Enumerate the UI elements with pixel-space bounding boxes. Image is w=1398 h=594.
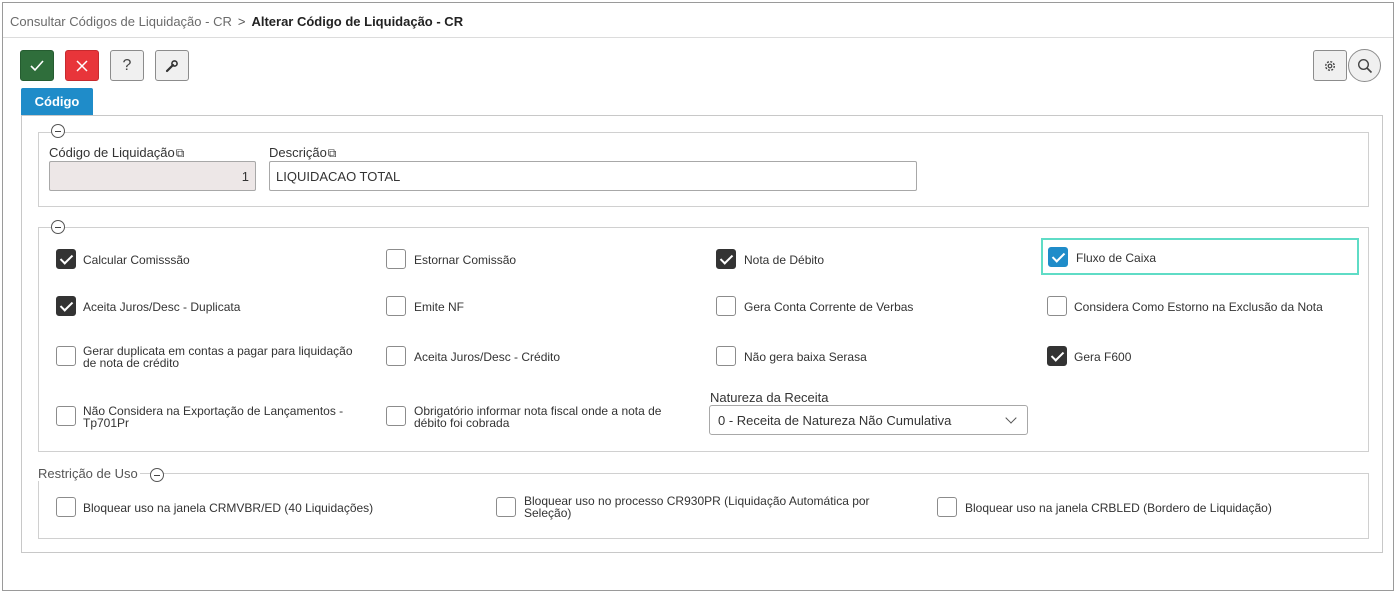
descricao-value: LIQUIDACAO TOTAL <box>276 168 401 184</box>
restricao-legend-text: Restrição de Uso <box>38 466 138 481</box>
checkbox-aceita-juros-duplicata[interactable] <box>56 296 76 316</box>
natureza-selected-value: 0 - Receita de Natureza Não Cumulativa <box>718 412 952 428</box>
checkbox-emite-nf[interactable] <box>386 296 406 316</box>
label-gera-f600: Gera F600 <box>1074 350 1132 364</box>
label-estornar-comissao: Estornar Comissão <box>414 253 517 267</box>
descricao-label-text: Descrição <box>269 145 327 160</box>
label-emite-nf: Emite NF <box>414 300 465 314</box>
checkbox-nota-debito[interactable] <box>716 249 736 269</box>
label-bloquear-crmvbr: Bloquear uso na janela CRMVBR/ED (40 Liq… <box>83 501 374 515</box>
main-panel: Código de Liquidação⧉ 1 Descrição⧉ LIQUI… <box>21 115 1383 553</box>
checkbox-bloquear-cr930pr[interactable] <box>496 497 516 517</box>
natureza-select[interactable]: 0 - Receita de Natureza Não Cumulativa <box>709 405 1028 435</box>
checkbox-obrigatorio-nota-fiscal[interactable] <box>386 406 406 426</box>
settings-button[interactable] <box>1313 50 1347 81</box>
checkbox-fluxo-caixa[interactable] <box>1048 247 1068 267</box>
codigo-label: Código de Liquidação⧉ <box>49 145 184 161</box>
label-fluxo-caixa: Fluxo de Caixa <box>1076 251 1157 265</box>
gear-icon <box>1324 60 1336 71</box>
tab-codigo[interactable]: Código <box>21 88 93 115</box>
label-gera-conta-corrente: Gera Conta Corrente de Verbas <box>744 300 914 314</box>
codigo-value: 1 <box>241 168 249 184</box>
label-bloquear-cr930pr-line1: Bloquear uso no processo CR930PR (Liquid… <box>524 494 870 508</box>
cancel-button[interactable] <box>65 50 99 81</box>
checkbox-nao-gera-serasa[interactable] <box>716 346 736 366</box>
breadcrumb-parent[interactable]: Consultar Códigos de Liquidação - CR <box>10 14 232 29</box>
breadcrumb-current: Alterar Código de Liquidação - CR <box>251 14 464 29</box>
natureza-label: Natureza da Receita <box>710 390 829 405</box>
label-bloquear-crbled: Bloquear uso na janela CRBLED (Bordero d… <box>965 501 1272 515</box>
copy-icon[interactable]: ⧉ <box>328 146 337 161</box>
copy-icon[interactable]: ⧉ <box>176 146 185 161</box>
label-obrigatorio-line2: débito foi cobrada <box>414 416 510 430</box>
confirm-button[interactable] <box>20 50 54 81</box>
checkbox-gera-conta-corrente[interactable] <box>716 296 736 316</box>
label-obrigatorio-nota-fiscal: Obrigatório informar nota fiscal onde a … <box>414 405 661 429</box>
collapse-restricao-icon[interactable] <box>150 468 164 482</box>
tools-button[interactable] <box>155 50 189 81</box>
breadcrumb-separator: > <box>237 14 246 29</box>
label-aceita-juros-credito: Aceita Juros/Desc - Crédito <box>414 350 561 364</box>
checkbox-nao-considera-exportacao[interactable] <box>56 406 76 426</box>
checkbox-estornar-comissao[interactable] <box>386 249 406 269</box>
close-icon <box>76 59 88 72</box>
checkbox-gera-f600[interactable] <box>1047 346 1067 366</box>
label-nao-considera-line2: Tp701Pr <box>83 416 130 430</box>
breadcrumb: Consultar Códigos de Liquidação - CR > Alt… <box>10 14 463 29</box>
label-considera-estorno: Considera Como Estorno na Exclusão da No… <box>1074 300 1323 314</box>
label-calcular-comissao: Calcular Comisssão <box>83 253 190 267</box>
search-button[interactable] <box>1348 49 1381 82</box>
wrench-icon <box>165 59 178 72</box>
checkbox-considera-estorno[interactable] <box>1047 296 1067 316</box>
label-gerar-duplicata: Gerar duplicata em contas a pagar para l… <box>83 345 353 369</box>
codigo-field: 1 <box>49 161 256 191</box>
label-aceita-juros-duplicata: Aceita Juros/Desc - Duplicata <box>83 300 241 314</box>
header-divider <box>3 37 1393 38</box>
checkbox-calcular-comissao[interactable] <box>56 249 76 269</box>
label-nao-gera-serasa: Não gera baixa Serasa <box>744 350 867 364</box>
search-icon <box>1357 58 1372 73</box>
label-gerar-duplicata-line2: de nota de crédito <box>83 356 180 370</box>
codigo-label-text: Código de Liquidação <box>49 145 175 160</box>
descricao-field[interactable]: LIQUIDACAO TOTAL <box>269 161 917 191</box>
check-icon <box>30 59 44 71</box>
checkbox-bloquear-crmvbr[interactable] <box>56 497 76 517</box>
help-icon: ? <box>122 56 132 74</box>
checkbox-aceita-juros-credito[interactable] <box>386 346 406 366</box>
restricao-legend: Restrição de Uso <box>36 466 140 481</box>
collapse-options-icon[interactable] <box>51 220 65 234</box>
label-nao-considera-exportacao: Não Considera na Exportação de Lançament… <box>83 405 343 429</box>
label-nota-debito: Nota de Débito <box>744 253 825 267</box>
label-bloquear-cr930pr-line2: Seleção) <box>524 506 572 520</box>
collapse-codigo-icon[interactable] <box>51 124 65 138</box>
label-bloquear-cr930pr: Bloquear uso no processo CR930PR (Liquid… <box>524 495 870 519</box>
checkbox-bloquear-crbled[interactable] <box>937 497 957 517</box>
descricao-label: Descrição⧉ <box>269 145 336 161</box>
help-button[interactable]: ? <box>110 50 144 81</box>
chevron-down-icon <box>1005 412 1017 424</box>
checkbox-gerar-duplicata[interactable] <box>56 346 76 366</box>
